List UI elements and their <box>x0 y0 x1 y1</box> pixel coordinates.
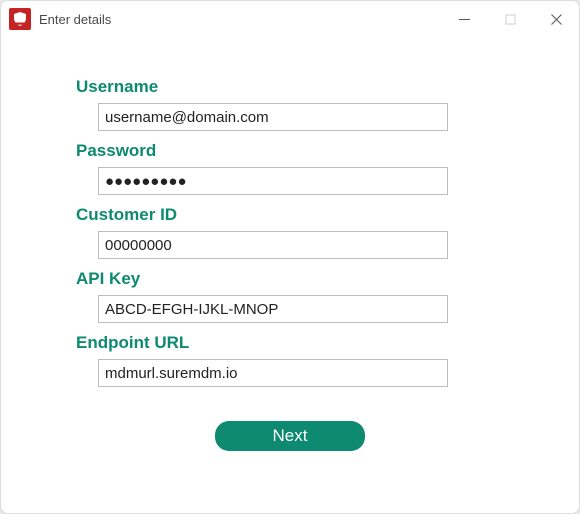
password-group: Password <box>76 141 504 195</box>
api-key-input[interactable] <box>98 295 448 323</box>
endpoint-url-label: Endpoint URL <box>76 333 504 353</box>
close-button[interactable] <box>533 1 579 37</box>
endpoint-url-group: Endpoint URL <box>76 333 504 387</box>
api-key-label: API Key <box>76 269 504 289</box>
customer-id-label: Customer ID <box>76 205 504 225</box>
username-label: Username <box>76 77 504 97</box>
next-button[interactable]: Next <box>215 421 365 451</box>
titlebar: Enter details <box>1 1 579 37</box>
api-key-group: API Key <box>76 269 504 323</box>
dialog-window: Enter details Username Pas <box>0 0 580 514</box>
customer-id-input[interactable] <box>98 231 448 259</box>
password-input[interactable] <box>98 167 448 195</box>
password-label: Password <box>76 141 504 161</box>
username-input[interactable] <box>98 103 448 131</box>
app-icon <box>9 8 31 30</box>
maximize-button <box>487 1 533 37</box>
button-row: Next <box>76 421 504 451</box>
form-content: Username Password Customer ID API Key En <box>1 37 579 513</box>
window-title: Enter details <box>39 12 111 27</box>
customer-id-group: Customer ID <box>76 205 504 259</box>
username-group: Username <box>76 77 504 131</box>
titlebar-controls <box>441 1 579 37</box>
minimize-button[interactable] <box>441 1 487 37</box>
endpoint-url-input[interactable] <box>98 359 448 387</box>
